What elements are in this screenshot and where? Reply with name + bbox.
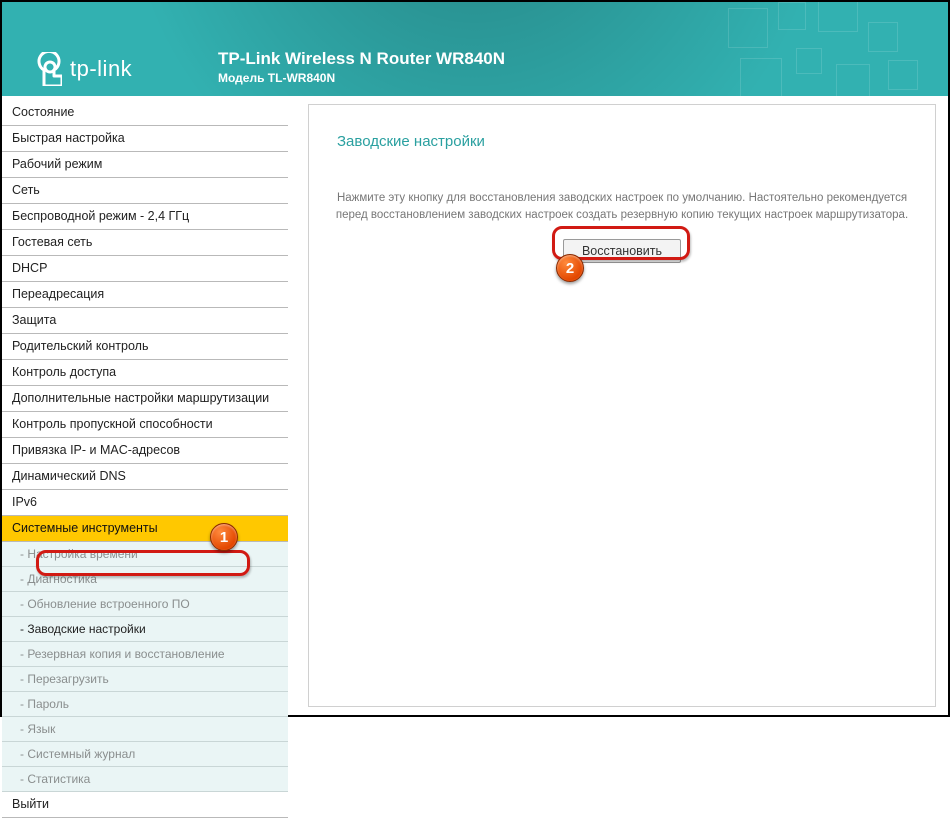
restore-button[interactable]: Восстановить — [563, 239, 681, 263]
sidebar-item-system-tools[interactable]: Системные инструменты — [2, 516, 288, 542]
sub-item-language[interactable]: - Язык — [2, 717, 288, 742]
sidebar-item-guest-network[interactable]: Гостевая сеть — [2, 230, 288, 256]
sub-item-password[interactable]: - Пароль — [2, 692, 288, 717]
sidebar-item-forwarding[interactable]: Переадресация — [2, 282, 288, 308]
sidebar-item-routing[interactable]: Дополнительные настройки маршрутизации — [2, 386, 288, 412]
sidebar-item-security[interactable]: Защита — [2, 308, 288, 334]
sidebar-item-ddns[interactable]: Динамический DNS — [2, 464, 288, 490]
sub-item-reboot[interactable]: - Перезагрузить — [2, 667, 288, 692]
sidebar-item-wireless[interactable]: Беспроводной режим - 2,4 ГГц — [2, 204, 288, 230]
sub-item-firmware[interactable]: - Обновление встроенного ПО — [2, 592, 288, 617]
sub-item-diagnostics[interactable]: - Диагностика — [2, 567, 288, 592]
sidebar-item-dhcp[interactable]: DHCP — [2, 256, 288, 282]
sidebar-item-logout[interactable]: Выйти — [2, 792, 288, 818]
brand-text: tp-link — [70, 56, 132, 82]
sub-item-time[interactable]: - Настройка времени — [2, 542, 288, 567]
tplink-logo-icon — [32, 52, 62, 86]
app-window: tp-link TP-Link Wireless N Router WR840N… — [0, 0, 950, 717]
product-title: TP-Link Wireless N Router WR840N — [218, 48, 505, 69]
header: tp-link TP-Link Wireless N Router WR840N… — [2, 2, 948, 96]
sidebar-item-network[interactable]: Сеть — [2, 178, 288, 204]
sidebar-item-operation-mode[interactable]: Рабочий режим — [2, 152, 288, 178]
sub-item-factory-defaults[interactable]: - Заводские настройки — [2, 617, 288, 642]
sidebar: Состояние Быстрая настройка Рабочий режи… — [2, 96, 288, 715]
page-title: Заводские настройки — [309, 105, 935, 150]
content-panel: Заводские настройки Нажмите эту кнопку д… — [308, 104, 936, 707]
instruction-text: Нажмите эту кнопку для восстановления за… — [331, 190, 913, 223]
sidebar-item-access-control[interactable]: Контроль доступа — [2, 360, 288, 386]
sidebar-item-bandwidth[interactable]: Контроль пропускной способности — [2, 412, 288, 438]
header-decor — [718, 2, 948, 96]
brand-logo: tp-link — [32, 52, 132, 86]
sidebar-item-quick-setup[interactable]: Быстрая настройка — [2, 126, 288, 152]
sidebar-item-ip-mac-binding[interactable]: Привязка IP- и MAC-адресов — [2, 438, 288, 464]
sidebar-item-parental[interactable]: Родительский контроль — [2, 334, 288, 360]
sub-item-syslog[interactable]: - Системный журнал — [2, 742, 288, 767]
sidebar-submenu-system-tools: - Настройка времени - Диагностика - Обно… — [2, 542, 288, 792]
product-model: Модель TL-WR840N — [218, 71, 505, 87]
content-area: Заводские настройки Нажмите эту кнопку д… — [288, 96, 948, 715]
sidebar-item-ipv6[interactable]: IPv6 — [2, 490, 288, 516]
sub-item-statistics[interactable]: - Статистика — [2, 767, 288, 792]
sub-item-backup-restore[interactable]: - Резервная копия и восстановление — [2, 642, 288, 667]
sidebar-item-status[interactable]: Состояние — [2, 100, 288, 126]
header-titles: TP-Link Wireless N Router WR840N Модель … — [218, 48, 505, 87]
